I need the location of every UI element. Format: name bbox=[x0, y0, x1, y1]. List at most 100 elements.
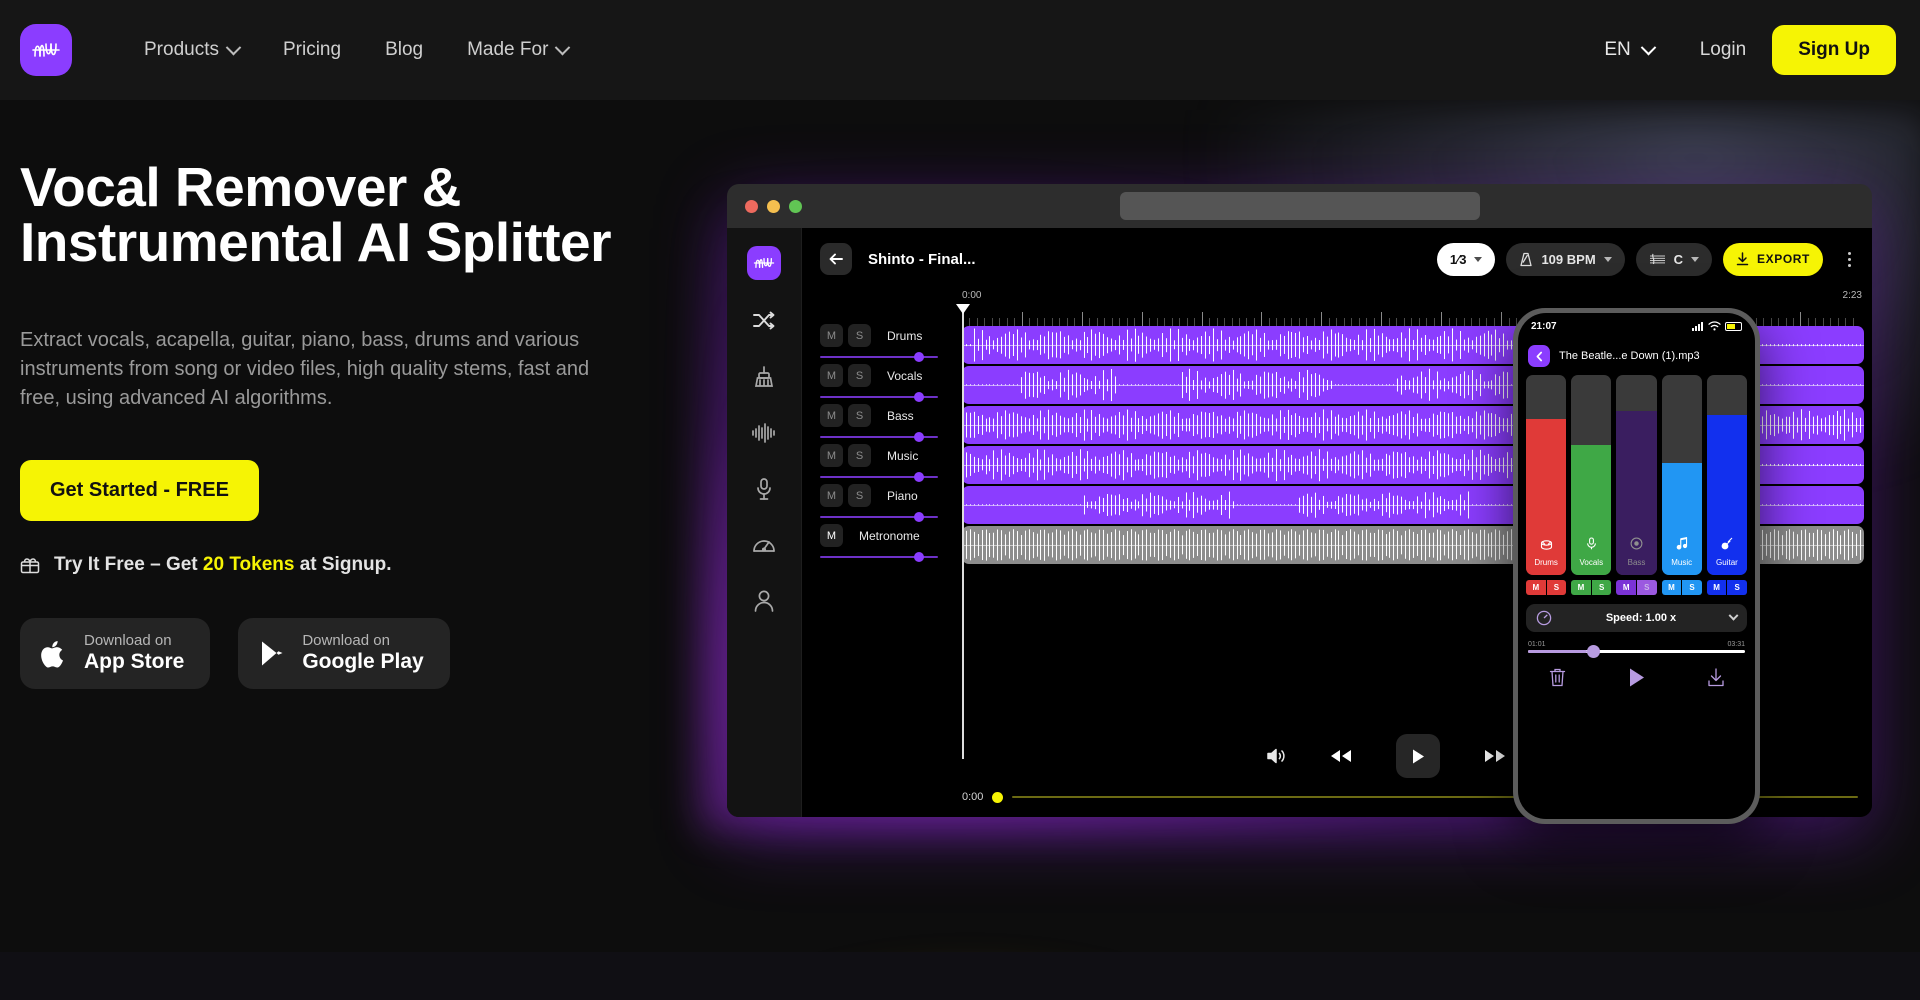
volume-slider[interactable] bbox=[820, 472, 938, 482]
broom-icon bbox=[754, 366, 774, 387]
sidebar-item-account[interactable] bbox=[749, 586, 779, 616]
ruler-tick bbox=[1471, 318, 1473, 326]
phone-progress-bar[interactable] bbox=[1528, 645, 1745, 658]
google-play-button[interactable]: Download on Google Play bbox=[238, 618, 450, 689]
volume-button[interactable] bbox=[1266, 747, 1286, 765]
volume-knob[interactable] bbox=[914, 352, 925, 362]
signup-button[interactable]: Sign Up bbox=[1772, 25, 1896, 75]
solo-button[interactable]: S bbox=[1546, 580, 1567, 595]
solo-button[interactable]: S bbox=[848, 484, 871, 507]
key-selector[interactable]: C bbox=[1635, 242, 1713, 276]
volume-slider[interactable] bbox=[820, 512, 938, 522]
sidebar-item-shuffle[interactable] bbox=[749, 306, 779, 336]
mixer-channel[interactable]: Guitar bbox=[1706, 375, 1748, 575]
volume-slider[interactable] bbox=[820, 352, 938, 362]
app-store-button[interactable]: Download on App Store bbox=[20, 618, 211, 689]
maximize-icon[interactable] bbox=[789, 199, 802, 213]
chevron-left-icon bbox=[1536, 351, 1542, 361]
fast-forward-button[interactable] bbox=[1484, 749, 1506, 763]
ruler-tick bbox=[1126, 318, 1128, 326]
phone-download-button[interactable] bbox=[1707, 668, 1725, 692]
mute-button[interactable]: M bbox=[820, 444, 843, 467]
ruler-tick bbox=[1343, 318, 1345, 326]
sidebar-item-speed[interactable] bbox=[749, 530, 779, 560]
nav-item-products[interactable]: Products bbox=[122, 29, 261, 71]
waveform-logo-icon bbox=[753, 257, 775, 269]
volume-slider[interactable] bbox=[820, 432, 938, 442]
mute-button[interactable]: M bbox=[1526, 580, 1546, 595]
nav-item-made-for[interactable]: Made For bbox=[445, 29, 590, 71]
playhead[interactable] bbox=[956, 304, 970, 759]
volume-knob[interactable] bbox=[914, 552, 925, 562]
solo-button[interactable]: S bbox=[848, 364, 871, 387]
scrub-handle[interactable] bbox=[992, 791, 1004, 803]
brand-logo[interactable] bbox=[20, 24, 72, 76]
channel-ms-pair: MS bbox=[1571, 580, 1612, 595]
solo-button[interactable]: S bbox=[1637, 580, 1657, 595]
nav-item-pricing[interactable]: Pricing bbox=[261, 29, 363, 71]
solo-button[interactable]: S bbox=[1591, 580, 1612, 595]
hero-section: Vocal Remover & Instrumental AI Splitter… bbox=[20, 160, 640, 689]
time-signature-selector[interactable]: 1⁄3 bbox=[1436, 242, 1496, 276]
export-button[interactable]: EXPORT bbox=[1723, 242, 1823, 276]
phone-speed-control[interactable]: Speed: 1.00 x bbox=[1526, 604, 1747, 632]
volume-slider[interactable] bbox=[820, 552, 938, 562]
play-button[interactable] bbox=[1395, 734, 1440, 778]
ruler-tick bbox=[1807, 318, 1809, 326]
phone-delete-button[interactable] bbox=[1549, 668, 1566, 692]
solo-button[interactable]: S bbox=[848, 404, 871, 427]
mute-button[interactable]: M bbox=[1661, 580, 1682, 595]
mute-button[interactable]: M bbox=[1571, 580, 1591, 595]
mixer-channel[interactable]: Music bbox=[1661, 375, 1702, 575]
volume-knob[interactable] bbox=[914, 392, 925, 402]
mute-button[interactable]: M bbox=[820, 524, 843, 547]
phone-back-button[interactable] bbox=[1528, 345, 1550, 367]
minimize-icon[interactable] bbox=[767, 199, 780, 213]
ruler-tick bbox=[1366, 318, 1368, 326]
language-label: EN bbox=[1604, 39, 1631, 60]
ruler-tick bbox=[1321, 312, 1323, 326]
ruler-tick bbox=[1306, 318, 1308, 326]
rewind-button[interactable] bbox=[1330, 749, 1352, 763]
login-link[interactable]: Login bbox=[1674, 29, 1773, 71]
volume-knob[interactable] bbox=[914, 432, 925, 442]
mute-button[interactable]: M bbox=[820, 364, 843, 387]
bpm-selector[interactable]: 109 BPM bbox=[1506, 242, 1625, 276]
app-logo[interactable] bbox=[747, 246, 781, 280]
ruler-tick bbox=[1328, 318, 1330, 326]
back-button[interactable] bbox=[820, 243, 852, 275]
solo-button[interactable]: S bbox=[848, 444, 871, 467]
ruler-tick bbox=[1381, 312, 1383, 326]
phone-progress-handle[interactable] bbox=[1586, 645, 1600, 658]
phone-play-button[interactable] bbox=[1627, 667, 1646, 693]
mute-button[interactable]: M bbox=[820, 324, 843, 347]
close-icon[interactable] bbox=[745, 199, 758, 213]
volume-knob[interactable] bbox=[914, 472, 925, 482]
solo-button[interactable]: S bbox=[1727, 580, 1748, 595]
ruler-tick bbox=[1171, 318, 1173, 326]
volume-knob[interactable] bbox=[914, 512, 925, 522]
sidebar-item-equalizer[interactable] bbox=[749, 418, 779, 448]
ruler-tick bbox=[1156, 318, 1158, 326]
mute-button[interactable]: M bbox=[1706, 580, 1727, 595]
mixer-channel[interactable]: Bass bbox=[1616, 375, 1657, 575]
mixer-channel[interactable]: Drums bbox=[1526, 375, 1567, 575]
channel-label: Drums bbox=[1534, 558, 1558, 567]
volume-slider[interactable] bbox=[820, 392, 938, 402]
language-selector[interactable]: EN bbox=[1584, 29, 1673, 71]
address-bar[interactable] bbox=[1119, 192, 1480, 220]
get-started-button[interactable]: Get Started - FREE bbox=[20, 460, 259, 522]
sidebar-item-cleanup[interactable] bbox=[749, 362, 779, 392]
nav-item-blog[interactable]: Blog bbox=[363, 29, 445, 71]
mute-button[interactable]: M bbox=[820, 484, 843, 507]
export-label: EXPORT bbox=[1757, 252, 1810, 266]
solo-button[interactable]: S bbox=[1682, 580, 1702, 595]
solo-button[interactable]: S bbox=[848, 324, 871, 347]
mute-button[interactable]: M bbox=[820, 404, 843, 427]
mute-button[interactable]: M bbox=[1616, 580, 1637, 595]
mixer-channel[interactable]: Vocals bbox=[1571, 375, 1612, 575]
track-name: Bass bbox=[887, 408, 914, 423]
sidebar-item-microphone[interactable] bbox=[749, 474, 779, 504]
ruler-tick bbox=[1448, 318, 1450, 326]
kebab-menu-icon[interactable] bbox=[1838, 251, 1860, 267]
